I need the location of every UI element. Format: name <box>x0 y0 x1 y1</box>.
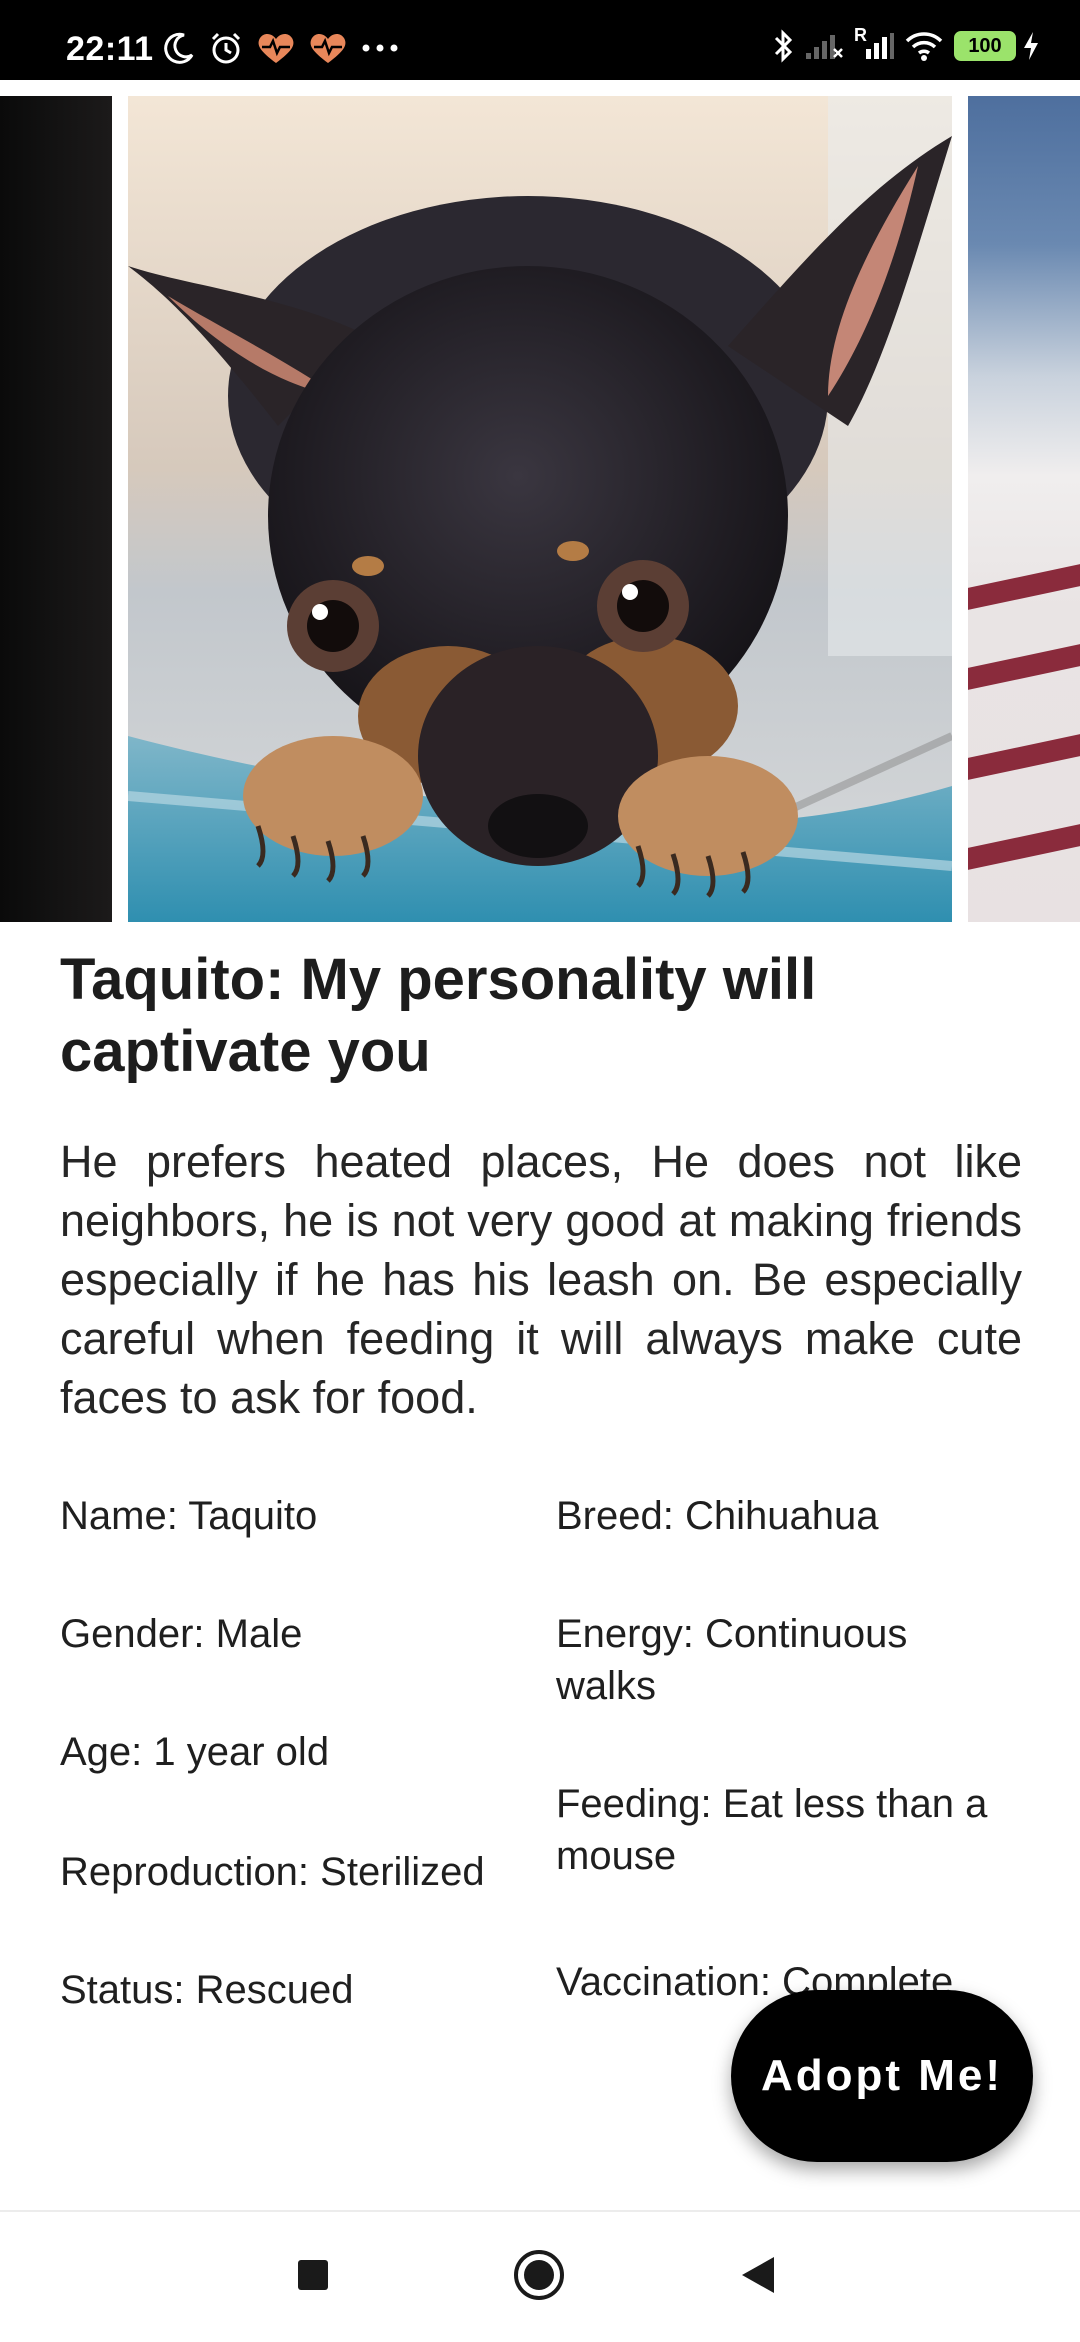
detail-breed: Breed: Chihuahua <box>556 1494 879 1538</box>
detail-age: Age: 1 year old <box>60 1730 330 1774</box>
charging-icon <box>1022 30 1040 62</box>
status-time: 22:11 <box>66 30 154 68</box>
status-right-icons: R 100 <box>772 24 1040 68</box>
status-left-icons <box>162 26 400 70</box>
home-button[interactable] <box>479 2212 599 2342</box>
photo-carousel[interactable] <box>0 96 1080 922</box>
signal-icon <box>804 31 844 61</box>
health-heart-icon <box>308 31 348 65</box>
health-heart-icon <box>256 31 296 65</box>
detail-status: Status: Rescued <box>60 1968 354 2012</box>
signal-roaming-icon: R <box>854 25 894 61</box>
roaming-label: R <box>854 25 867 45</box>
detail-energy: Energy: Continuous walks <box>556 1612 908 1708</box>
wifi-icon <box>904 30 944 62</box>
pet-title: Taquito: My personality will captivate y… <box>60 947 817 1084</box>
system-nav-bar <box>0 2210 1080 2340</box>
chihuahua-photo <box>128 96 952 922</box>
back-triangle-icon <box>740 2255 776 2300</box>
back-button[interactable] <box>698 2212 818 2342</box>
more-dots-icon <box>360 42 400 54</box>
carousel-image-next[interactable] <box>968 96 1080 922</box>
carousel-image-main[interactable] <box>128 96 952 922</box>
pet-description: He prefers heated places, He does not li… <box>60 1136 1022 1423</box>
status-bar: 22:11 R 100 <box>0 0 1080 80</box>
bluetooth-icon <box>772 29 794 63</box>
detail-gender: Gender: Male <box>60 1612 303 1656</box>
detail-reproduction: Reproduction: Sterilized <box>60 1850 485 1894</box>
recents-button[interactable] <box>253 2212 373 2342</box>
adopt-me-button[interactable]: Adopt Me! <box>731 1990 1033 2162</box>
carousel-image-previous[interactable] <box>0 96 112 922</box>
moon-icon <box>162 31 196 65</box>
battery-icon: 100 <box>954 31 1016 61</box>
recents-square-icon <box>296 2258 330 2297</box>
home-circle-icon <box>512 2248 566 2307</box>
battery-level: 100 <box>954 31 1016 61</box>
alarm-icon <box>208 30 244 66</box>
detail-feeding: Feeding: Eat less than a mouse <box>556 1782 988 1878</box>
detail-name: Name: Taquito <box>60 1494 318 1538</box>
